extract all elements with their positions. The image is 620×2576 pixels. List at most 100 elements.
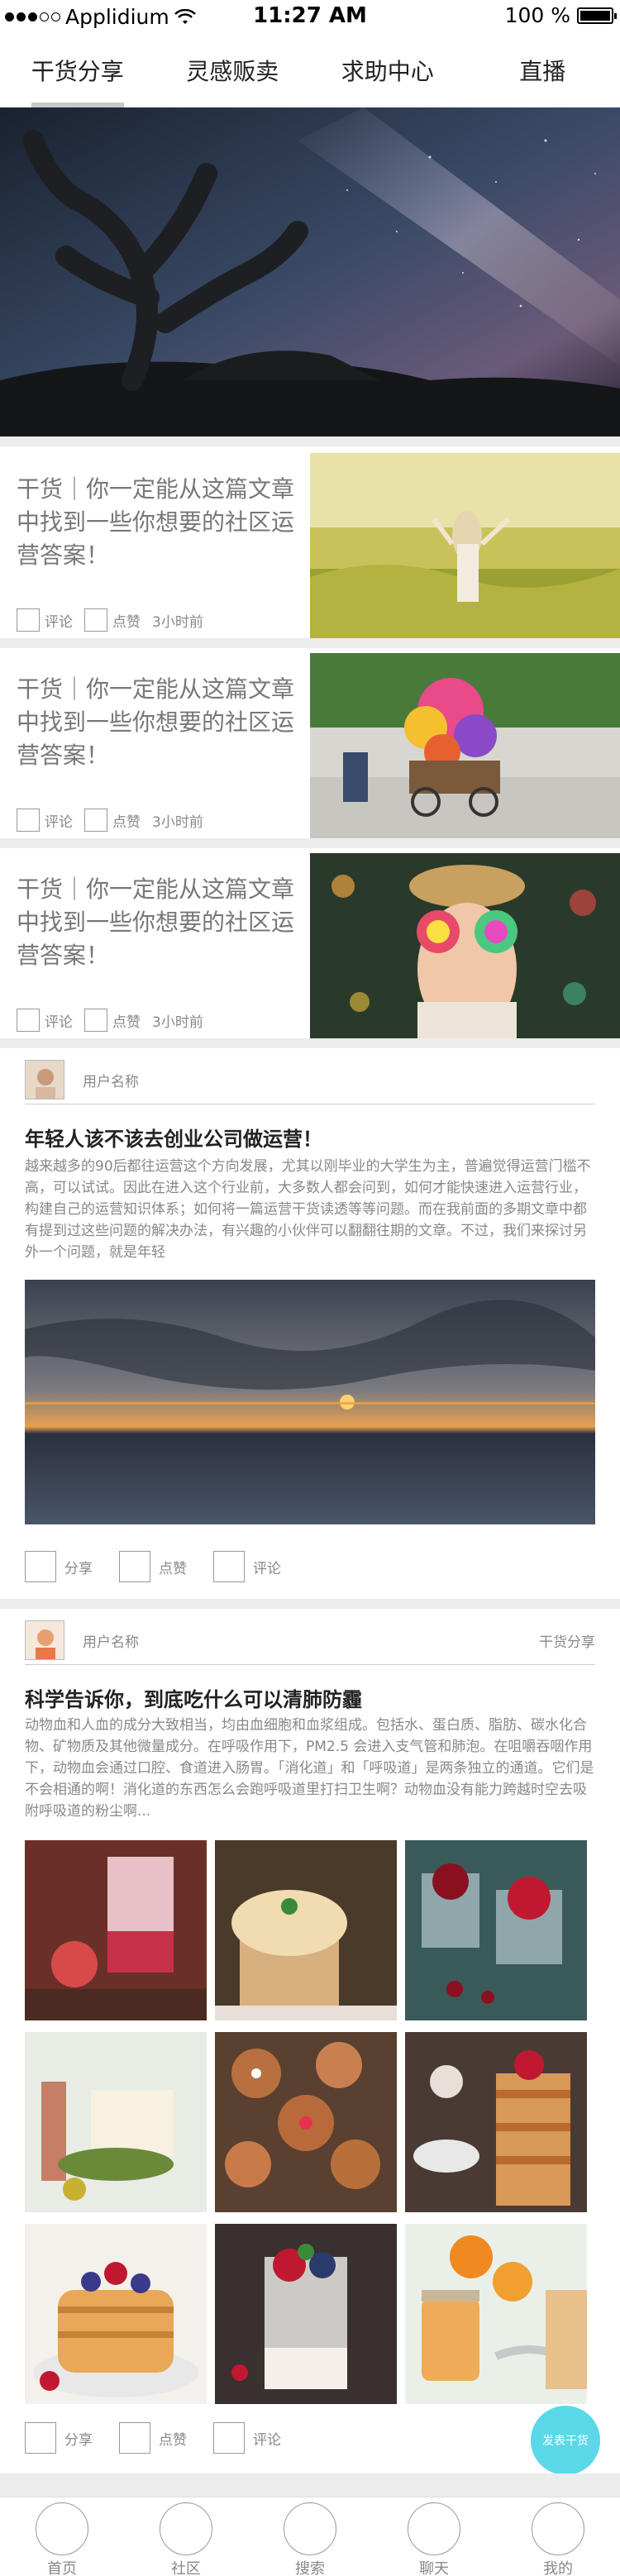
grid-image[interactable] — [25, 2224, 207, 2404]
timestamp: 3小时前 — [152, 613, 203, 631]
grid-image[interactable] — [215, 2032, 397, 2212]
like-button[interactable]: 点赞 — [84, 608, 141, 632]
like-label: 点赞 — [159, 2431, 187, 2449]
username[interactable]: 用户名称 — [83, 1070, 139, 1090]
comment-label: 评论 — [45, 613, 73, 631]
grid-image[interactable] — [25, 2032, 207, 2212]
nav-home[interactable]: 首页 — [0, 2497, 124, 2576]
comment-button[interactable]: 评论 — [17, 809, 73, 832]
comment-button[interactable]: 评论 — [17, 608, 73, 632]
comment-button[interactable]: 评论 — [213, 2422, 281, 2454]
nav-chat[interactable]: 聊天 — [372, 2497, 496, 2576]
post-header: 用户名称 干货分享 — [25, 1620, 595, 1665]
comment-label: 评论 — [253, 2431, 281, 2449]
post-title[interactable]: 科学告诉你，到底吃什么可以清肺防霾 — [25, 1683, 362, 1712]
post-actions: 分享 点赞 评论 — [25, 1551, 308, 1582]
divider — [0, 1038, 620, 1048]
news-item[interactable]: 干货｜你一定能从这篇文章中找到一些你想要的社区运营答案！ 评论 点赞 3小时前 — [0, 847, 620, 1045]
grid-image[interactable] — [405, 2224, 587, 2404]
news-meta: 评论 点赞 3小时前 — [17, 1009, 215, 1032]
battery-icon — [577, 7, 617, 24]
like-button[interactable]: 点赞 — [119, 2422, 187, 2454]
news-item[interactable]: 干货｜你一定能从这篇文章中找到一些你想要的社区运营答案！ 评论 点赞 3小时前 — [0, 446, 620, 645]
username[interactable]: 用户名称 — [83, 1630, 139, 1651]
grid-image[interactable] — [405, 1840, 587, 2020]
post-title[interactable]: 年轻人该不该去创业公司做运营！ — [25, 1123, 322, 1152]
community-icon — [160, 2502, 212, 2555]
status-bar: Applidium 11:27 AM 100 % — [0, 0, 620, 33]
comment-button[interactable]: 评论 — [17, 1009, 73, 1032]
comment-label: 评论 — [45, 1014, 73, 1031]
comment-label: 评论 — [45, 813, 73, 831]
post-body: 动物血和人血的成分大致相当，均由血细胞和血浆组成。包括水、蛋白质、脂肪、碳水化合… — [25, 1717, 594, 1820]
like-label: 点赞 — [112, 813, 141, 831]
like-button[interactable]: 点赞 — [84, 1009, 141, 1032]
bottom-nav: 首页 社区 搜索 聊天 我的 — [0, 2497, 620, 2576]
nav-profile[interactable]: 我的 — [496, 2497, 620, 2576]
nav-label: 首页 — [47, 2560, 77, 2576]
nav-community[interactable]: 社区 — [124, 2497, 248, 2576]
news-thumbnail[interactable] — [310, 453, 620, 645]
timestamp: 3小时前 — [152, 1014, 203, 1031]
news-item[interactable]: 干货｜你一定能从这篇文章中找到一些你想要的社区运营答案！ 评论 点赞 3小时前 — [0, 646, 620, 845]
share-button[interactable]: 分享 — [25, 2422, 93, 2454]
battery-percent: 100 % — [504, 3, 570, 27]
comment-icon — [213, 1551, 245, 1582]
post-image[interactable] — [25, 1280, 595, 1524]
divider — [0, 1599, 620, 1609]
like-icon — [119, 2422, 150, 2454]
grid-image[interactable] — [215, 1840, 397, 2020]
tab-ganhuo[interactable]: 干货分享 — [0, 43, 155, 107]
nav-label: 聊天 — [419, 2560, 449, 2576]
comment-icon — [17, 809, 40, 832]
timestamp: 3小时前 — [152, 813, 203, 831]
like-icon — [119, 1551, 150, 1582]
nav-label: 我的 — [543, 2560, 573, 2576]
news-thumbnail[interactable] — [310, 853, 620, 1045]
nav-label: 社区 — [171, 2560, 201, 2576]
like-icon — [84, 608, 107, 632]
share-icon — [25, 1551, 56, 1582]
nav-search[interactable]: 搜索 — [248, 2497, 372, 2576]
like-icon — [84, 809, 107, 832]
like-icon — [84, 1009, 107, 1032]
comment-icon — [17, 608, 40, 632]
comment-icon — [17, 1009, 40, 1032]
news-title: 干货｜你一定能从这篇文章中找到一些你想要的社区运营答案！ — [17, 875, 295, 969]
comment-button[interactable]: 评论 — [213, 1551, 281, 1582]
like-label: 点赞 — [159, 1560, 187, 1577]
category-tag[interactable]: 干货分享 — [539, 1630, 595, 1651]
category-tabs: 干货分享 灵感贩卖 求助中心 直播 — [0, 43, 620, 107]
like-button[interactable]: 点赞 — [119, 1551, 187, 1582]
tab-qiuzhu[interactable]: 求助中心 — [310, 43, 465, 107]
like-label: 点赞 — [112, 1014, 141, 1031]
grid-image[interactable] — [215, 2224, 397, 2404]
like-label: 点赞 — [112, 613, 141, 631]
profile-icon — [532, 2502, 584, 2555]
news-meta: 评论 点赞 3小时前 — [17, 608, 215, 632]
grid-image[interactable] — [405, 2032, 587, 2212]
like-button[interactable]: 点赞 — [84, 809, 141, 832]
share-icon — [25, 2422, 56, 2454]
search-icon — [284, 2502, 336, 2555]
grid-image[interactable] — [25, 1840, 207, 2020]
post-body: 越来越多的90后都往运营这个方向发展，尤其以刚毕业的大学生为主，普遍觉得运营门槛… — [25, 1158, 591, 1261]
hero-banner[interactable] — [0, 107, 620, 436]
tab-linggan[interactable]: 灵感贩卖 — [155, 43, 311, 107]
comment-label: 评论 — [253, 1560, 281, 1577]
share-button[interactable]: 分享 — [25, 1551, 93, 1582]
post-header: 用户名称 — [25, 1060, 595, 1104]
avatar[interactable] — [25, 1620, 64, 1660]
divider — [0, 436, 620, 446]
news-title: 干货｜你一定能从这篇文章中找到一些你想要的社区运营答案！ — [17, 475, 295, 569]
news-thumbnail[interactable] — [310, 653, 620, 845]
post-new-button[interactable]: 发表干货 — [531, 2406, 600, 2475]
chat-icon — [408, 2502, 460, 2555]
home-icon — [36, 2502, 88, 2555]
avatar[interactable] — [25, 1060, 64, 1100]
news-title: 干货｜你一定能从这篇文章中找到一些你想要的社区运营答案！ — [17, 675, 295, 769]
comment-icon — [213, 2422, 245, 2454]
share-label: 分享 — [64, 2431, 93, 2449]
tab-zhibo[interactable]: 直播 — [465, 43, 620, 107]
post-actions: 分享 点赞 评论 — [25, 2422, 308, 2454]
